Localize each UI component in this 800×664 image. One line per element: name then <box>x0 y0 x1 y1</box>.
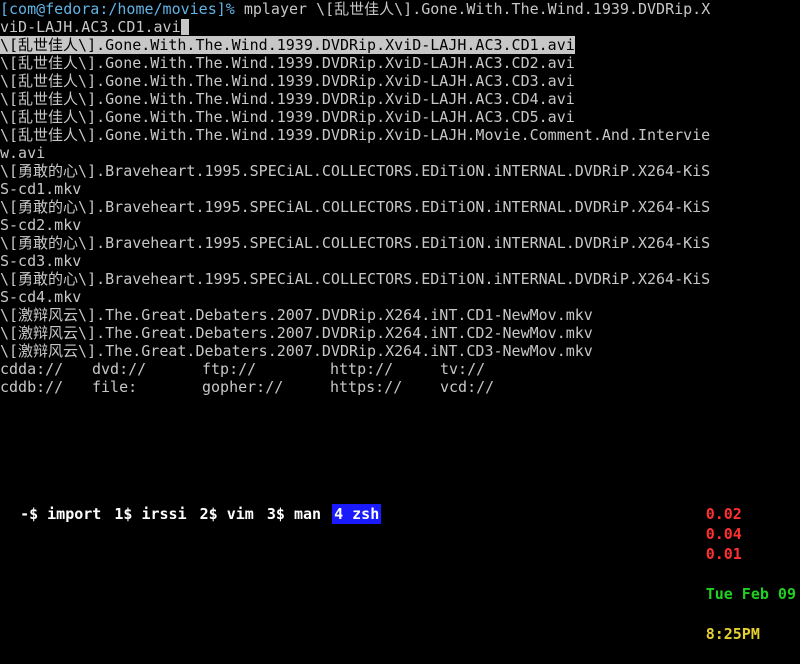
url-scheme-item[interactable]: vcd:// <box>440 378 550 396</box>
completion-item[interactable]: S-cd3.mkv <box>0 252 800 270</box>
completion-item[interactable]: \[乱世佳人\].Gone.With.The.Wind.1939.DVDRip.… <box>0 126 800 144</box>
completion-item[interactable]: \[激辩风云\].The.Great.Debaters.2007.DVDRip.… <box>0 342 800 360</box>
command-text[interactable]: mplayer \[乱世佳人\].Gone.With.The.Wind.1939… <box>235 0 710 18</box>
command-text-continued[interactable]: viD-LAJH.AC3.CD1.avi <box>0 18 181 36</box>
url-scheme-item[interactable]: cdda:// <box>0 360 92 378</box>
completion-list: \[乱世佳人\].Gone.With.The.Wind.1939.DVDRip.… <box>0 36 800 360</box>
url-completion-row: cdda://dvd://ftp://http://tv:// <box>0 360 800 378</box>
completion-item[interactable]: \[勇敢的心\].Braveheart.1995.SPECiAL.COLLECT… <box>0 198 800 216</box>
completion-item[interactable]: \[乱世佳人\].Gone.With.The.Wind.1939.DVDRip.… <box>0 108 800 126</box>
screen-window-3[interactable]: 3$ man <box>265 504 323 524</box>
completion-item[interactable]: \[勇敢的心\].Braveheart.1995.SPECiAL.COLLECT… <box>0 162 800 180</box>
load-average-15: 0.01 <box>705 545 742 563</box>
status-date: Tue Feb 09 <box>705 585 796 603</box>
completion-item[interactable]: \[乱世佳人\].Gone.With.The.Wind.1939.DVDRip.… <box>0 36 800 54</box>
completion-item[interactable]: \[激辩风云\].The.Great.Debaters.2007.DVDRip.… <box>0 306 800 324</box>
completion-item[interactable]: \[乱世佳人\].Gone.With.The.Wind.1939.DVDRip.… <box>0 72 800 90</box>
url-completion-row: cddb://file: gopher://https://vcd:// <box>0 378 800 396</box>
shell-prompt: [com@fedora:/home/movies]% <box>0 0 235 18</box>
load-average-1: 0.02 <box>705 505 742 523</box>
load-average-5: 0.04 <box>705 525 742 543</box>
url-scheme-item[interactable]: dvd:// <box>92 360 202 378</box>
screen-window-4[interactable]: 4 zsh <box>332 504 382 524</box>
url-scheme-item[interactable]: https:// <box>330 378 440 396</box>
status-time: 8:25PM <box>705 625 760 643</box>
completion-item[interactable]: S-cd1.mkv <box>0 180 800 198</box>
completion-item[interactable]: \[乱世佳人\].Gone.With.The.Wind.1939.DVDRip.… <box>0 90 800 108</box>
terminal-window[interactable]: [com@fedora:/home/movies]% mplayer \[乱世佳… <box>0 0 800 470</box>
screen-status-bar: -$ import 1$ irssi 2$ vim 3$ man 4 zsh 0… <box>0 484 800 643</box>
url-completion-grid: cdda://dvd://ftp://http://tv://cddb://fi… <box>0 360 800 396</box>
completion-item[interactable]: \[勇敢的心\].Braveheart.1995.SPECiAL.COLLECT… <box>0 234 800 252</box>
completion-item[interactable]: S-cd2.mkv <box>0 216 800 234</box>
completion-item[interactable]: \[激辩风云\].The.Great.Debaters.2007.DVDRip.… <box>0 324 800 342</box>
command-line[interactable]: [com@fedora:/home/movies]% mplayer \[乱世佳… <box>0 0 800 18</box>
text-cursor <box>180 19 189 35</box>
completion-item[interactable]: S-cd4.mkv <box>0 288 800 306</box>
completion-item[interactable]: w.avi <box>0 144 800 162</box>
selected-completion[interactable]: \[乱世佳人\].Gone.With.The.Wind.1939.DVDRip.… <box>0 36 575 54</box>
window-list: -$ import 1$ irssi 2$ vim 3$ man 4 zsh <box>18 504 390 524</box>
completion-item[interactable]: \[乱世佳人\].Gone.With.The.Wind.1939.DVDRip.… <box>0 54 800 72</box>
url-scheme-item[interactable]: gopher:// <box>202 378 330 396</box>
completion-item[interactable]: \[勇敢的心\].Braveheart.1995.SPECiAL.COLLECT… <box>0 270 800 288</box>
status-right: 0.02 0.04 0.01 Tue Feb 09 8:25PM <box>670 484 796 664</box>
url-scheme-item[interactable]: http:// <box>330 360 440 378</box>
screen-window-0[interactable]: -$ import <box>18 504 103 524</box>
url-scheme-item[interactable]: tv:// <box>440 360 550 378</box>
url-scheme-item[interactable]: ftp:// <box>202 360 330 378</box>
url-scheme-item[interactable]: cddb:// <box>0 378 92 396</box>
screen-window-2[interactable]: 2$ vim <box>198 504 256 524</box>
url-scheme-item[interactable]: file: <box>92 378 202 396</box>
screen-window-1[interactable]: 1$ irssi <box>112 504 188 524</box>
command-line-wrap[interactable]: viD-LAJH.AC3.CD1.avi <box>0 18 800 36</box>
